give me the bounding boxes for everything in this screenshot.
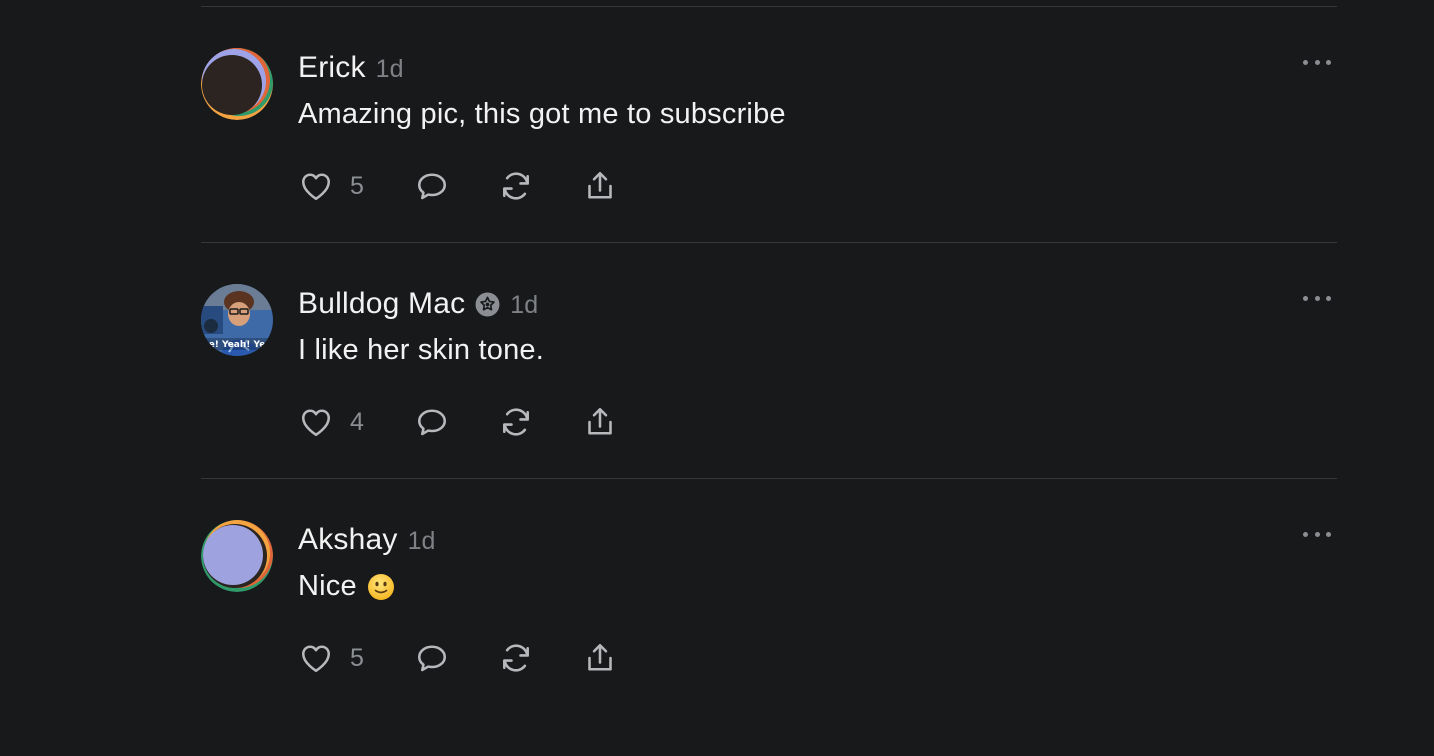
like-button[interactable]: 5 [298, 640, 414, 676]
author-name[interactable]: Bulldog Mac [298, 287, 465, 321]
share-icon [588, 171, 612, 199]
speech-bubble-icon [417, 409, 447, 436]
more-options-button[interactable] [1303, 56, 1331, 68]
like-count: 4 [350, 407, 364, 436]
more-horizontal-icon [1303, 59, 1308, 65]
author-name[interactable]: Erick [298, 51, 366, 85]
more-horizontal-icon [1303, 295, 1308, 301]
divider [201, 478, 1337, 479]
comment-text: Nice [298, 570, 395, 603]
comment-item: e! Yeah! Ye Bulldog Mac 1d I like her sk… [201, 284, 1337, 520]
verified-badge-icon [475, 292, 500, 316]
like-button[interactable]: 5 [298, 168, 414, 204]
reply-button[interactable] [414, 640, 498, 676]
heart-icon [301, 173, 331, 201]
comment-body: I like her skin tone. [298, 334, 544, 366]
share-icon [588, 643, 612, 671]
reply-button[interactable] [414, 168, 498, 204]
more-options-button[interactable] [1303, 292, 1331, 304]
repost-button[interactable] [498, 168, 582, 204]
comment-body: Nice [298, 570, 357, 602]
comment-item: Erick 1d Amazing pic, this got me to sub… [201, 48, 1337, 284]
heart-icon [301, 645, 331, 673]
timestamp[interactable]: 1d [376, 52, 404, 84]
action-bar: 5 [298, 166, 618, 206]
speech-bubble-icon [417, 645, 447, 672]
avatar[interactable] [201, 520, 273, 592]
timestamp[interactable]: 1d [510, 288, 538, 320]
author-row: Bulldog Mac 1d [298, 286, 538, 322]
repost-button[interactable] [498, 640, 582, 676]
like-button[interactable]: 4 [298, 404, 414, 440]
comment-item: Akshay 1d Nice 5 [201, 520, 1337, 756]
reply-button[interactable] [414, 404, 498, 440]
author-name[interactable]: Akshay [298, 523, 398, 557]
share-button[interactable] [582, 168, 618, 204]
share-button[interactable] [582, 404, 618, 440]
avatar[interactable] [201, 48, 273, 120]
speech-bubble-icon [417, 173, 447, 200]
comment-text: I like her skin tone. [298, 334, 544, 367]
comment-text: Amazing pic, this got me to subscribe [298, 98, 786, 131]
heart-icon [301, 409, 331, 437]
share-icon [588, 407, 612, 435]
repost-button[interactable] [498, 404, 582, 440]
action-bar: 4 [298, 402, 618, 442]
author-row: Erick 1d [298, 50, 403, 86]
more-options-button[interactable] [1303, 528, 1331, 540]
repost-icon [503, 172, 529, 200]
divider [201, 6, 1337, 7]
avatar[interactable]: e! Yeah! Ye [201, 284, 273, 356]
more-horizontal-icon [1303, 531, 1308, 537]
comment-body: Amazing pic, this got me to subscribe [298, 98, 786, 130]
action-bar: 5 [298, 638, 618, 678]
share-button[interactable] [582, 640, 618, 676]
like-count: 5 [350, 643, 364, 672]
divider [201, 242, 1337, 243]
like-count: 5 [350, 171, 364, 200]
slightly-smiling-face-icon [367, 573, 394, 600]
repost-icon [503, 644, 529, 672]
author-row: Akshay 1d [298, 522, 435, 558]
svg-text:e! Yeah! Ye: e! Yeah! Ye [209, 340, 266, 350]
repost-icon [503, 408, 529, 436]
timestamp[interactable]: 1d [408, 524, 436, 556]
